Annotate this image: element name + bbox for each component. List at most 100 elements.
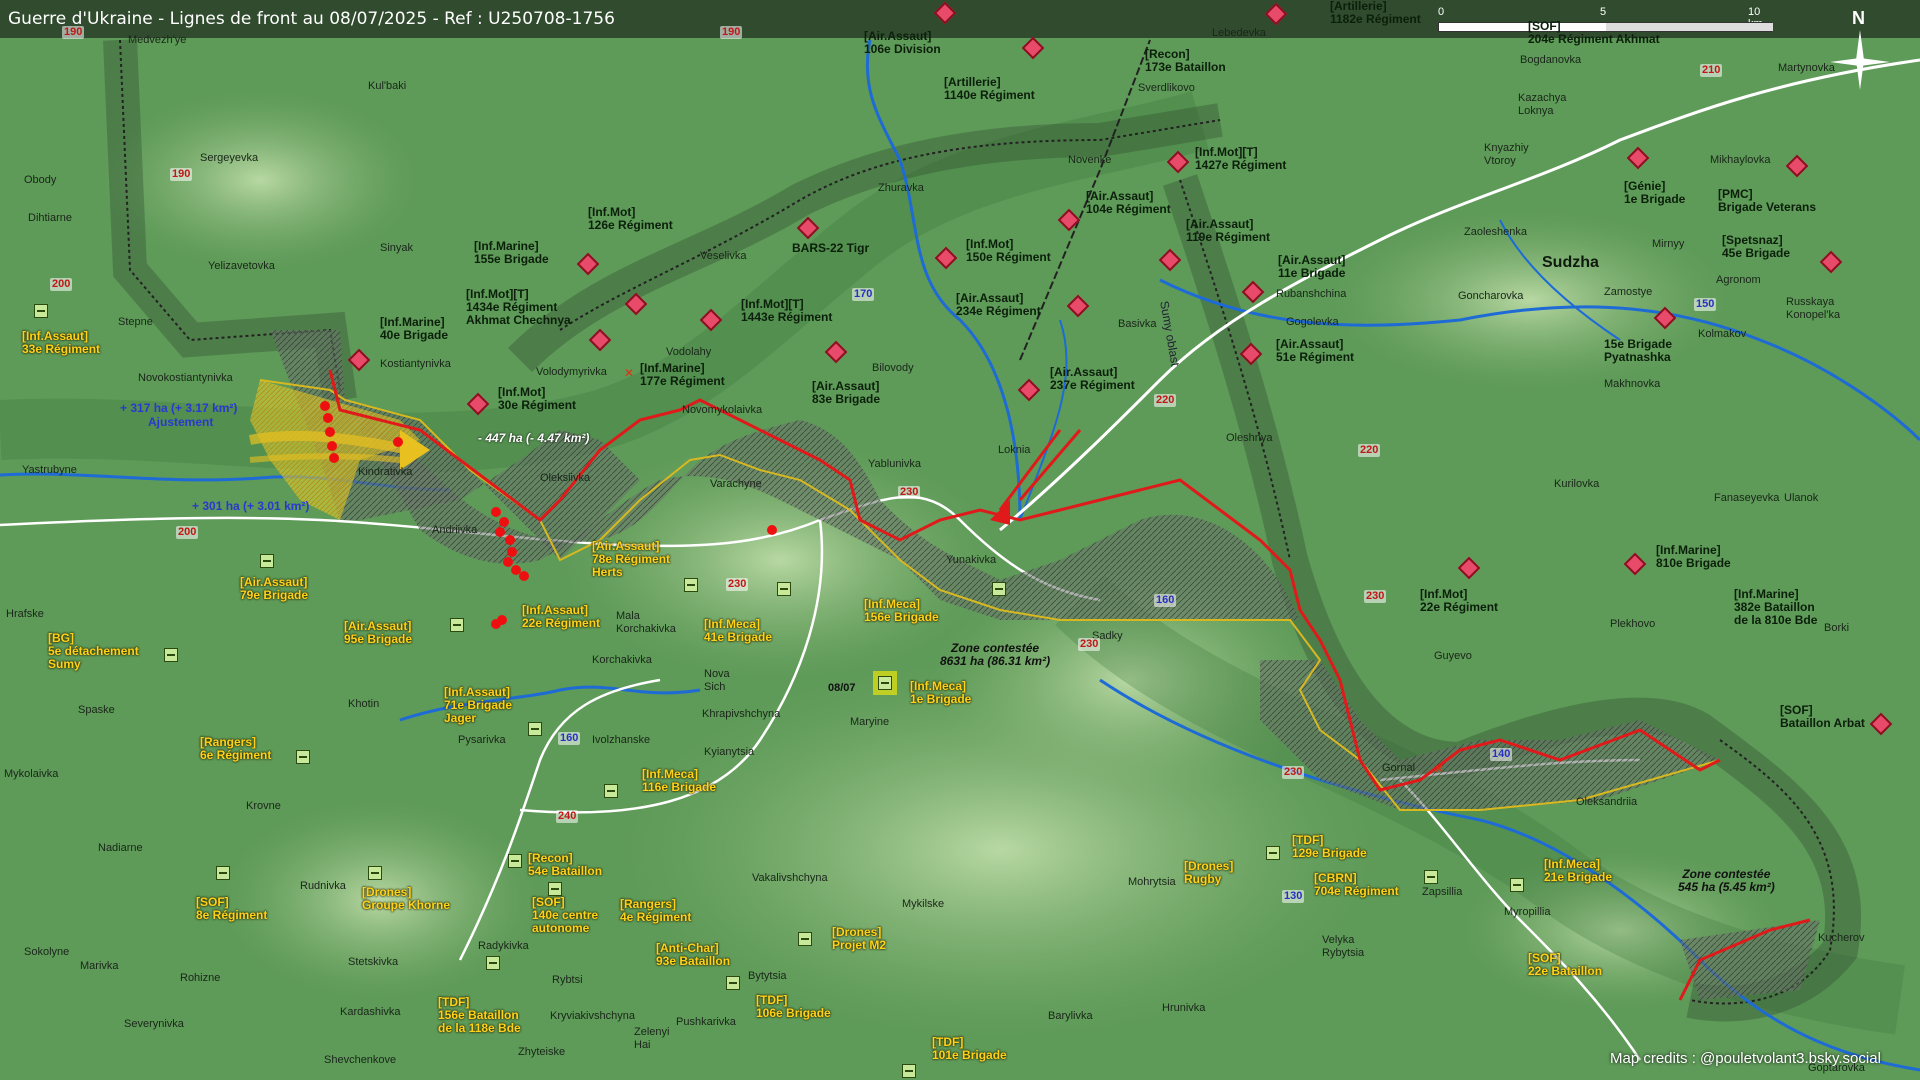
place-label: Bytytsia — [748, 970, 787, 982]
ua-unit-marker[interactable] — [777, 582, 791, 596]
ua-unit-label: [Air.Assaut] 79e Brigade — [240, 575, 309, 602]
place-label: Yunakivka — [946, 554, 997, 566]
place-label: Novokostiantynivka — [138, 372, 233, 384]
ua-unit-marker[interactable] — [486, 956, 500, 970]
north-arrow: N — [1830, 8, 1890, 98]
ua-unit-label: [Inf.Assaut] 71e Brigade Jager — [444, 685, 513, 725]
place-label: Oleksandriia — [1576, 796, 1638, 808]
road-number: 220 — [1154, 394, 1177, 407]
place-label: Rohizne — [180, 972, 221, 984]
place-label: Rubanshchina — [1276, 288, 1347, 300]
place-label: Radykivka — [478, 940, 529, 952]
place-label: Nadiarne — [98, 842, 143, 854]
ru-unit-label: [Inf.Mot] 150e Régiment — [966, 237, 1051, 264]
ua-unit-marker[interactable] — [1266, 846, 1280, 860]
ua-unit-marker[interactable] — [34, 304, 48, 318]
ru-unit-label: [Inf.Mot][T] 1434e Régiment Akhmat Chech… — [466, 287, 571, 327]
place-label: Zamostye — [1604, 286, 1653, 298]
ua-unit-label: [Drones] Rugby — [1184, 859, 1234, 886]
place-label: Ulanok — [1784, 492, 1819, 504]
road-number: 170 — [852, 288, 875, 301]
ru-unit-label: [Inf.Mot][T] 1427e Régiment — [1195, 145, 1287, 172]
ua-unit-marker[interactable] — [528, 722, 542, 736]
road-number: 160 — [558, 732, 581, 745]
place-label: Gogolevka — [1286, 316, 1339, 328]
road-number: 230 — [726, 578, 749, 591]
place-label: Oleshnya — [1226, 432, 1273, 444]
contested-zone-label-1: Zone contestée 8631 ha (86.31 km²) — [940, 641, 1051, 668]
ua-unit-label: [Air.Assaut] 95e Brigade — [344, 619, 413, 646]
place-label: Martynovka — [1778, 62, 1835, 74]
map-canvas[interactable]: ✕ ✕ Guerre d'Ukraine - Lignes de front a… — [0, 0, 1920, 1080]
ua-unit-marker[interactable] — [548, 882, 562, 896]
ua-unit-marker[interactable] — [902, 1064, 916, 1078]
place-label: Rybtsi — [552, 974, 583, 986]
ru-unit-label: [Artillerie] 1140e Régiment — [944, 75, 1035, 102]
place-label: Bogdanovka — [1520, 54, 1582, 66]
ru-unit-label: BARS-22 Tigr — [792, 241, 870, 255]
ru-unit-label: [Inf.Mot][T] 1443e Régiment — [741, 297, 833, 324]
ua-unit-marker[interactable] — [992, 582, 1006, 596]
ua-unit-marker[interactable] — [684, 578, 698, 592]
place-label: Velyka Rybytsia — [1322, 934, 1365, 959]
place-label: Mohrytsia — [1128, 876, 1176, 888]
ua-unit-marker[interactable] — [368, 866, 382, 880]
ua-unit-marker[interactable] — [798, 932, 812, 946]
ua-unit-label: [Drones] Groupe Khorne — [362, 885, 451, 912]
ua-unit-marker[interactable] — [164, 648, 178, 662]
ua-unit-marker[interactable] — [508, 854, 522, 868]
ua-unit-label: [Inf.Meca] 156e Brigade — [864, 597, 939, 624]
ua-unit-marker[interactable] — [296, 750, 310, 764]
ua-unit-marker[interactable] — [1424, 870, 1438, 884]
ua-unit-marker[interactable] — [260, 554, 274, 568]
ru-unit-label: [Inf.Mot] 126e Régiment — [588, 205, 673, 232]
ua-unit-marker[interactable] — [216, 866, 230, 880]
ua-unit-label: [Drones] Projet M2 — [832, 925, 887, 952]
road-number: 200 — [50, 278, 73, 291]
road-number: 230 — [1282, 766, 1305, 779]
road-number: 190 — [62, 26, 85, 39]
place-label: Yastrubyne — [22, 464, 77, 476]
place-label: Zhyteiske — [518, 1046, 566, 1058]
ua-unit-label: [Inf.Assaut] 22e Régiment — [522, 603, 601, 630]
place-label: Oleksiivka — [540, 472, 591, 484]
ua-unit-label: [Rangers] 4e Régiment — [620, 897, 692, 924]
road-number: 160 — [1154, 594, 1177, 607]
place-label: Vakalivshchyna — [752, 872, 828, 884]
place-label: Veselivka — [700, 250, 747, 262]
map-title: Guerre d'Ukraine - Lignes de front au 08… — [8, 9, 615, 29]
road-number: 190 — [720, 26, 743, 39]
place-label: Novomykolaivka — [682, 404, 763, 416]
place-label: Knyazhiy Vtoroy — [1484, 142, 1529, 167]
place-label: Obody — [24, 174, 57, 186]
ua-unit-label: [Recon] 54e Bataillon — [528, 851, 603, 878]
place-label: Hrunivka — [1162, 1002, 1206, 1014]
ua-unit-marker[interactable] — [878, 676, 892, 690]
ru-unit-label: [Inf.Marine] 382e Bataillon de la 810e B… — [1734, 587, 1818, 627]
scale-label-0: 0 — [1438, 6, 1445, 18]
place-label: Kardashivka — [340, 1006, 401, 1018]
ua-unit-marker[interactable] — [1510, 878, 1524, 892]
ru-unit-label: [SOF] Bataillon Arbat — [1780, 703, 1865, 730]
svg-text:✕: ✕ — [1434, 762, 1444, 776]
place-label: Kul'baki — [368, 80, 407, 92]
place-label: Kurilovka — [1554, 478, 1600, 490]
ru-unit-label: [Air.Assaut] 234e Régiment — [956, 291, 1041, 318]
place-label: Stepne — [118, 316, 153, 328]
ua-unit-label: [Air.Assaut] 78e Régiment Herts — [592, 539, 671, 579]
ua-unit-marker[interactable] — [726, 976, 740, 990]
place-label: Sinyak — [380, 242, 414, 254]
gain-annotation-1: + 317 ha (+ 3.17 km²) — [120, 401, 238, 415]
ua-unit-label: [Inf.Meca] 116e Brigade — [642, 767, 717, 794]
road-number: 230 — [898, 486, 921, 499]
place-label: Zapsillia — [1422, 886, 1463, 898]
ua-unit-marker[interactable] — [604, 784, 618, 798]
road-number: 220 — [1358, 444, 1381, 457]
ru-unit-label: [Recon] 173e Bataillon — [1145, 47, 1226, 74]
ua-unit-marker[interactable] — [450, 618, 464, 632]
ru-unit-label: [Air.Assaut] 119e Régiment — [1186, 217, 1271, 244]
svg-text:✕: ✕ — [624, 366, 634, 380]
place-label: Kryviakivshchyna — [550, 1010, 635, 1022]
ua-unit-label: [TDF] 106e Brigade — [756, 993, 831, 1020]
ua-unit-label: [SOF] 140e centre autonome — [532, 895, 599, 935]
